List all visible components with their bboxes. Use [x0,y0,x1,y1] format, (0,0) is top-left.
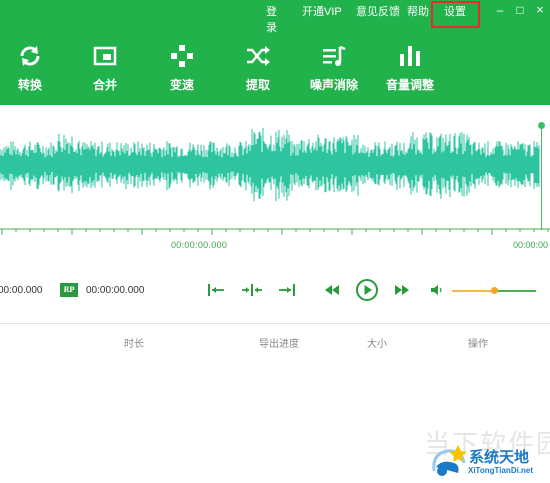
set-start-button[interactable] [206,280,226,300]
selection-end-time: 00:00:00.000 [86,285,145,296]
minimize-button[interactable]: – [493,3,507,17]
volume-slider-fill [452,290,494,292]
vip-link[interactable]: 开通VIP [302,4,342,20]
column-duration: 时长 [124,339,144,350]
gamepad-icon [171,45,193,67]
column-export-progress: 导出进度 [259,339,299,350]
timeline-ruler [0,228,550,235]
refresh-icon [20,46,40,66]
play-icon [356,279,378,301]
tool-speed-label: 变速 [169,78,194,92]
playhead-handle[interactable] [538,122,545,129]
tool-convert[interactable]: 转换 [0,44,60,93]
watermark-title: 系统天地 [469,449,530,466]
bars-icon [400,46,420,66]
music-list-icon [323,45,346,66]
column-actions: 操作 [468,339,488,350]
tool-denoise-label: 噪声消除 [309,78,358,92]
login-link[interactable]: 登录 [266,4,277,34]
watermark-logo-icon [432,445,467,476]
volume-slider-knob[interactable] [491,287,498,294]
split-button[interactable] [241,280,263,300]
selection-start-time: 00:00.000 [0,285,43,296]
timeline-right-time: 00:00:00 [513,240,549,250]
shuffle-icon [247,46,270,66]
play-button[interactable] [354,277,380,303]
tool-merge-label: 合并 [92,78,117,92]
speaker-icon [431,285,442,295]
waveform[interactable] [0,105,550,235]
settings-highlight-box [431,1,480,28]
tool-merge[interactable]: 合并 [75,44,135,93]
list-header-divider [0,323,550,324]
rewind-button[interactable] [322,280,342,300]
tool-volume-label: 音量调整 [385,78,434,92]
set-end-button[interactable] [277,280,297,300]
fast-forward-icon [395,285,409,295]
help-link[interactable]: 帮助 [407,4,429,20]
maximize-button[interactable]: □ [513,3,527,17]
feedback-link[interactable]: 意见反馈 [356,4,400,20]
watermark-url: XiTongTianDi.net [468,466,534,475]
tool-extract-label: 提取 [245,78,270,92]
rewind-icon [325,285,339,295]
fast-forward-button[interactable] [392,280,412,300]
rp-badge[interactable]: RP [60,283,78,297]
tool-denoise[interactable]: 噪声消除 [304,44,364,93]
column-size: 大小 [367,339,387,350]
tool-speed[interactable]: 变速 [152,44,212,93]
mute-button[interactable] [429,280,445,300]
playhead-line[interactable] [541,126,542,230]
mark-start-icon [208,284,224,296]
close-button[interactable]: × [533,3,547,17]
tool-volume[interactable]: 音量调整 [380,44,440,93]
tool-extract[interactable]: 提取 [228,44,288,93]
waveform-path [0,127,540,202]
split-icon [242,284,262,296]
timeline-mid-time: 00:00:00.000 [171,240,228,250]
merge-icon [93,46,117,66]
mark-end-icon [279,284,295,296]
tool-convert-label: 转换 [17,78,42,92]
